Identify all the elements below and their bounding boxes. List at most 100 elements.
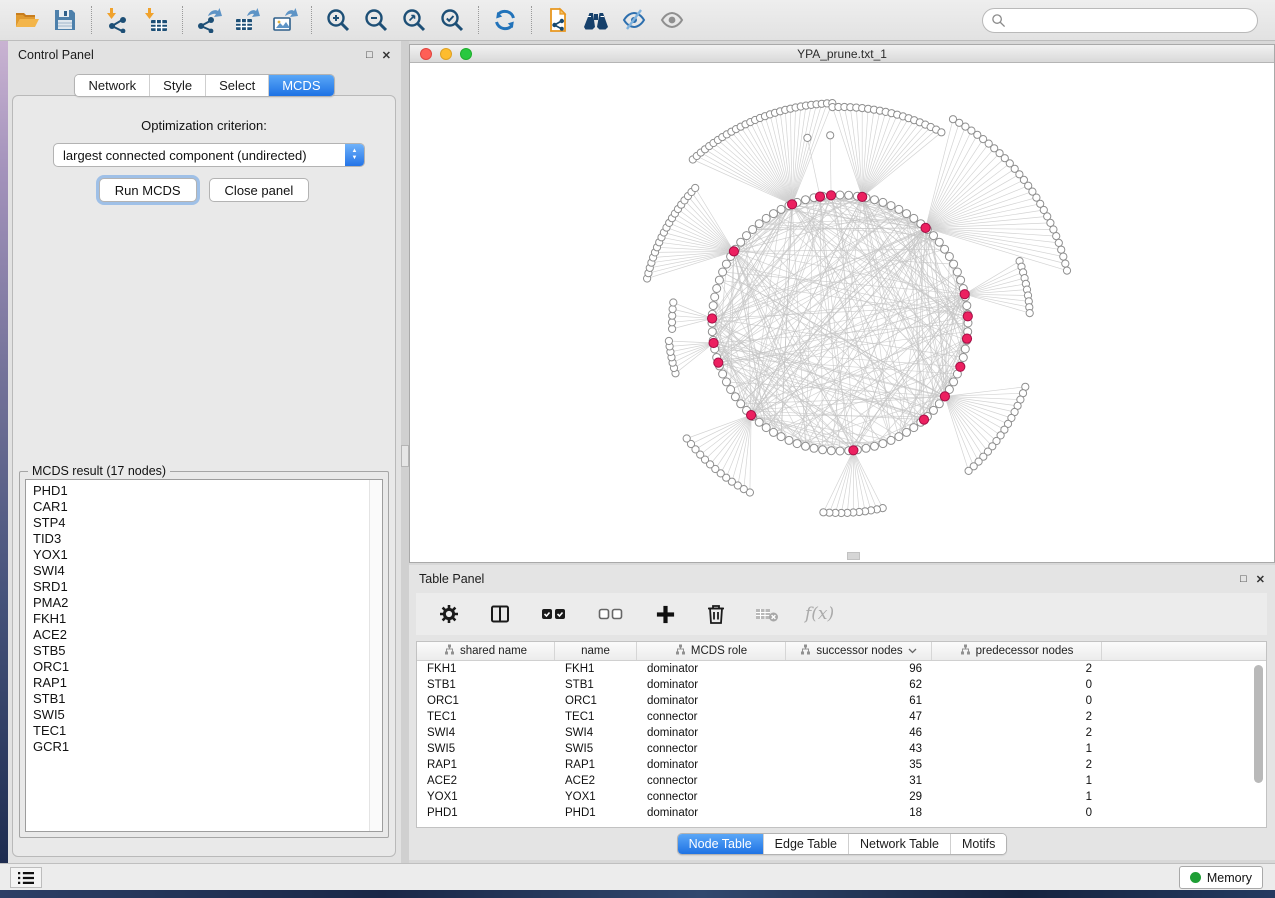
graph-node[interactable] [708, 328, 716, 336]
graph-node[interactable] [770, 210, 778, 218]
tab-select[interactable]: Select [205, 75, 268, 96]
close-panel-button[interactable]: Close panel [209, 178, 310, 202]
graph-leaf-node[interactable] [1047, 219, 1054, 226]
graph-node[interactable] [845, 191, 853, 199]
memory-button[interactable]: Memory [1179, 866, 1263, 889]
list-item[interactable]: CAR1 [33, 499, 382, 515]
graph-leaf-node[interactable] [1060, 253, 1067, 260]
list-item[interactable]: STP4 [33, 515, 382, 531]
graph-leaf-node[interactable] [1063, 267, 1070, 274]
graph-node[interactable] [836, 191, 844, 199]
graph-node[interactable] [731, 393, 739, 401]
list-item[interactable]: GCR1 [33, 739, 382, 755]
criterion-dropdown[interactable]: largest connected component (undirected)… [53, 143, 365, 167]
graph-node[interactable] [762, 424, 770, 432]
graph-node[interactable] [802, 442, 810, 450]
column-header-shared-name[interactable]: shared name [417, 642, 555, 660]
splitter-handle[interactable] [401, 445, 409, 467]
graph-leaf-node[interactable] [665, 337, 672, 344]
graph-node[interactable] [903, 210, 911, 218]
graph-leaf-node[interactable] [1053, 233, 1060, 240]
tab-style[interactable]: Style [149, 75, 205, 96]
graph-node[interactable] [722, 260, 730, 268]
import-network-button[interactable] [99, 3, 137, 37]
delete-column-button[interactable] [703, 601, 729, 627]
graph-leaf-node[interactable] [804, 134, 811, 141]
mcds-hub-node[interactable] [849, 446, 858, 455]
column-header-MCDS-role[interactable]: MCDS role [637, 642, 786, 660]
create-column-button[interactable] [652, 601, 678, 627]
graph-leaf-node[interactable] [1055, 239, 1062, 246]
network-search-field[interactable] [982, 8, 1258, 33]
graph-node[interactable] [737, 400, 745, 408]
graph-node[interactable] [945, 253, 953, 261]
graph-node[interactable] [715, 276, 723, 284]
close-panel-icon[interactable]: ✕ [1256, 573, 1265, 586]
list-item[interactable]: FKH1 [33, 611, 382, 627]
list-item[interactable]: PMA2 [33, 595, 382, 611]
list-item[interactable]: YOX1 [33, 547, 382, 563]
list-item[interactable]: ACE2 [33, 627, 382, 643]
graph-node[interactable] [827, 447, 835, 455]
list-item[interactable]: STB5 [33, 643, 382, 659]
graph-node[interactable] [887, 202, 895, 210]
table-row[interactable]: SWI4SWI4dominator462 [417, 725, 1266, 741]
export-network-button[interactable] [190, 3, 228, 37]
search-input[interactable] [1006, 11, 1257, 31]
zoom-out-button[interactable] [357, 3, 395, 37]
table-row[interactable]: SWI5SWI5connector431 [417, 741, 1266, 757]
list-item[interactable]: STB1 [33, 691, 382, 707]
list-item[interactable]: TID3 [33, 531, 382, 547]
graph-node[interactable] [935, 400, 943, 408]
graph-leaf-node[interactable] [827, 132, 834, 139]
graph-node[interactable] [910, 424, 918, 432]
float-window-icon[interactable]: □ [366, 49, 373, 61]
table-settings-button[interactable] [436, 601, 462, 627]
panel-splitter[interactable] [401, 41, 409, 863]
column-header-name[interactable]: name [555, 642, 637, 660]
list-scrollbar[interactable] [369, 480, 382, 831]
graph-node[interactable] [910, 214, 918, 222]
mcds-hub-node[interactable] [709, 338, 718, 347]
graph-leaf-node[interactable] [669, 306, 676, 313]
table-row[interactable]: PHD1PHD1dominator180 [417, 805, 1266, 821]
graph-node[interactable] [950, 260, 958, 268]
table-row[interactable]: YOX1YOX1connector291 [417, 789, 1266, 805]
graph-node[interactable] [711, 293, 719, 301]
graph-node[interactable] [743, 232, 751, 240]
table-scrollbar[interactable] [1253, 663, 1264, 825]
canvas-splitter-grip[interactable] [847, 552, 860, 560]
graph-node[interactable] [709, 302, 717, 310]
mcds-hub-node[interactable] [962, 334, 971, 343]
graph-node[interactable] [930, 406, 938, 414]
table-row[interactable]: TEC1TEC1connector472 [417, 709, 1266, 725]
node-table[interactable]: shared namenameMCDS rolesuccessor nodesp… [416, 641, 1267, 828]
task-history-button[interactable] [10, 867, 42, 888]
zoom-fit-button[interactable] [395, 3, 433, 37]
graph-node[interactable] [836, 447, 844, 455]
graph-node[interactable] [930, 232, 938, 240]
graph-node[interactable] [727, 386, 735, 394]
share-document-button[interactable] [539, 3, 577, 37]
export-table-button[interactable] [228, 3, 266, 37]
mcds-hub-node[interactable] [827, 191, 836, 200]
table-row[interactable]: RAP1RAP1dominator352 [417, 757, 1266, 773]
graph-node[interactable] [755, 220, 763, 228]
list-item[interactable]: PHD1 [33, 483, 382, 499]
graph-leaf-node[interactable] [965, 467, 972, 474]
list-item[interactable]: SWI5 [33, 707, 382, 723]
select-all-rows-button[interactable] [538, 601, 570, 627]
graph-node[interactable] [879, 440, 887, 448]
table-row[interactable]: STB1STB1dominator620 [417, 677, 1266, 693]
close-window-icon[interactable] [420, 48, 432, 60]
graph-node[interactable] [777, 433, 785, 441]
tab-motifs[interactable]: Motifs [950, 834, 1006, 854]
tab-network[interactable]: Network [75, 75, 149, 96]
zoom-in-button[interactable] [319, 3, 357, 37]
table-row[interactable]: ACE2ACE2connector311 [417, 773, 1266, 789]
graph-leaf-node[interactable] [670, 299, 677, 306]
graph-node[interactable] [737, 238, 745, 246]
mcds-hub-node[interactable] [956, 362, 965, 371]
mcds-hub-node[interactable] [747, 411, 756, 420]
close-panel-icon[interactable]: ✕ [382, 49, 391, 62]
